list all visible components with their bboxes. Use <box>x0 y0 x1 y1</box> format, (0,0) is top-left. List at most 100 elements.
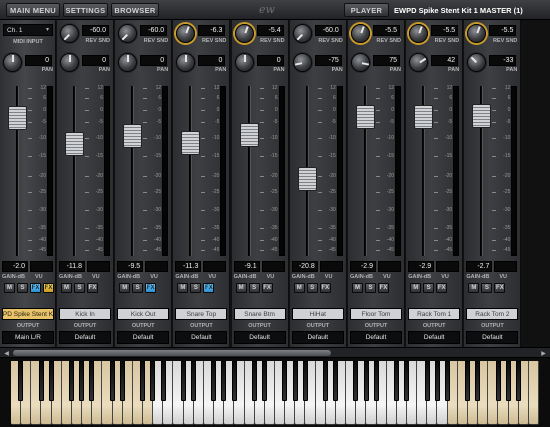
black-key[interactable] <box>119 361 125 401</box>
fx-button[interactable]: FX <box>261 283 273 293</box>
black-key[interactable] <box>211 361 217 401</box>
channel-name[interactable]: Floor Tom <box>350 308 402 320</box>
browser-button[interactable]: BROWSER <box>111 3 159 17</box>
black-key[interactable] <box>292 361 298 401</box>
fx-button[interactable]: FX <box>145 283 157 293</box>
gain-value[interactable]: -2.0 <box>2 261 28 272</box>
volume-fader[interactable] <box>356 104 375 129</box>
reverb-send-knob[interactable] <box>467 24 487 43</box>
pan-knob[interactable] <box>467 53 487 72</box>
output-select[interactable]: Default <box>233 331 286 344</box>
black-key[interactable] <box>475 361 481 401</box>
solo-button[interactable]: S <box>132 283 144 293</box>
volume-fader[interactable] <box>181 130 201 155</box>
fx-button[interactable]: FX <box>378 283 389 293</box>
black-key[interactable] <box>302 361 308 401</box>
black-key[interactable] <box>495 361 501 401</box>
gain-value[interactable]: -9.5 <box>117 261 144 272</box>
mixer-scrollbar[interactable]: ◀ ▶ <box>0 347 550 358</box>
black-key[interactable] <box>190 361 196 401</box>
fx-button[interactable]: FX <box>203 283 215 293</box>
pan-value[interactable]: -33 <box>489 55 517 66</box>
black-key[interactable] <box>48 361 54 401</box>
white-key[interactable] <box>528 361 539 425</box>
output-select[interactable]: Main L/R <box>2 331 54 344</box>
black-key[interactable] <box>221 361 227 401</box>
black-key[interactable] <box>79 361 85 401</box>
black-key[interactable] <box>140 361 146 401</box>
black-key[interactable] <box>150 361 156 401</box>
channel-name[interactable]: HiHat <box>291 308 344 320</box>
black-key[interactable] <box>444 361 450 401</box>
volume-fader[interactable] <box>472 104 492 129</box>
mute-button[interactable]: M <box>119 283 131 293</box>
reverb-send-value[interactable]: -60.0 <box>140 25 168 36</box>
reverb-send-knob[interactable] <box>176 24 196 43</box>
solo-button[interactable]: S <box>306 283 318 293</box>
black-key[interactable] <box>262 361 268 401</box>
fx-insert-button[interactable]: FX <box>43 283 54 293</box>
reverb-send-value[interactable]: -60.0 <box>82 25 109 36</box>
volume-fader[interactable] <box>123 124 143 149</box>
solo-button[interactable]: S <box>423 283 435 293</box>
output-select[interactable]: Default <box>291 331 344 344</box>
channel-name[interactable]: Snare Btm <box>233 308 286 320</box>
output-select[interactable]: Default <box>175 331 228 344</box>
black-key[interactable] <box>89 361 95 401</box>
channel-name[interactable]: Rack Tom 2 <box>466 308 519 320</box>
settings-button[interactable]: SETTINGS <box>63 3 108 17</box>
fx-button[interactable]: FX <box>30 283 41 293</box>
pan-value[interactable]: 0 <box>256 55 284 66</box>
black-key[interactable] <box>333 361 339 401</box>
mute-button[interactable]: M <box>352 283 363 293</box>
channel-name[interactable]: Snare Top <box>175 308 228 320</box>
reverb-send-value[interactable]: -60.0 <box>314 25 342 36</box>
pan-value[interactable]: 0 <box>140 55 168 66</box>
reverb-send-value[interactable]: -6.3 <box>198 25 226 36</box>
pan-knob[interactable] <box>234 53 254 72</box>
output-select[interactable]: Default <box>59 331 111 344</box>
reverb-send-knob[interactable] <box>60 24 79 43</box>
pan-value[interactable]: -75 <box>314 55 342 66</box>
pan-knob[interactable] <box>3 53 22 72</box>
reverb-send-value[interactable]: -5.5 <box>431 25 459 36</box>
mute-button[interactable]: M <box>235 283 247 293</box>
black-key[interactable] <box>404 361 410 401</box>
volume-fader[interactable] <box>65 132 84 157</box>
pan-knob[interactable] <box>118 53 138 72</box>
black-key[interactable] <box>109 361 115 401</box>
mute-button[interactable]: M <box>293 283 305 293</box>
reverb-send-knob[interactable] <box>292 24 312 43</box>
pan-knob[interactable] <box>292 53 312 72</box>
black-key[interactable] <box>231 361 237 401</box>
player-button[interactable]: PLAYER <box>344 3 389 17</box>
pan-value[interactable]: 0 <box>82 55 109 66</box>
black-key[interactable] <box>353 361 359 401</box>
pan-knob[interactable] <box>176 53 196 72</box>
output-select[interactable]: Default <box>408 331 461 344</box>
scroll-thumb[interactable] <box>13 350 331 356</box>
solo-button[interactable]: S <box>481 283 493 293</box>
pan-value[interactable]: 42 <box>431 55 459 66</box>
black-key[interactable] <box>394 361 400 401</box>
reverb-send-knob[interactable] <box>118 24 138 43</box>
gain-value[interactable]: -2.9 <box>408 261 435 272</box>
black-key[interactable] <box>363 361 369 401</box>
midi-channel-select[interactable]: Ch. 1 ▾ <box>3 24 53 36</box>
black-key[interactable] <box>373 361 379 401</box>
gain-value[interactable]: -2.7 <box>466 261 493 272</box>
black-key[interactable] <box>251 361 257 401</box>
solo-button[interactable]: S <box>190 283 202 293</box>
black-key[interactable] <box>180 361 186 401</box>
volume-fader[interactable] <box>239 123 259 148</box>
reverb-send-knob[interactable] <box>351 24 370 43</box>
gain-value[interactable]: -9.1 <box>233 261 260 272</box>
fx-button[interactable]: FX <box>436 283 448 293</box>
fx-button[interactable]: FX <box>494 283 506 293</box>
solo-button[interactable]: S <box>17 283 28 293</box>
black-key[interactable] <box>515 361 521 401</box>
solo-button[interactable]: S <box>248 283 260 293</box>
mute-button[interactable]: M <box>61 283 72 293</box>
gain-value[interactable]: -20.8 <box>291 261 318 272</box>
mute-button[interactable]: M <box>4 283 15 293</box>
